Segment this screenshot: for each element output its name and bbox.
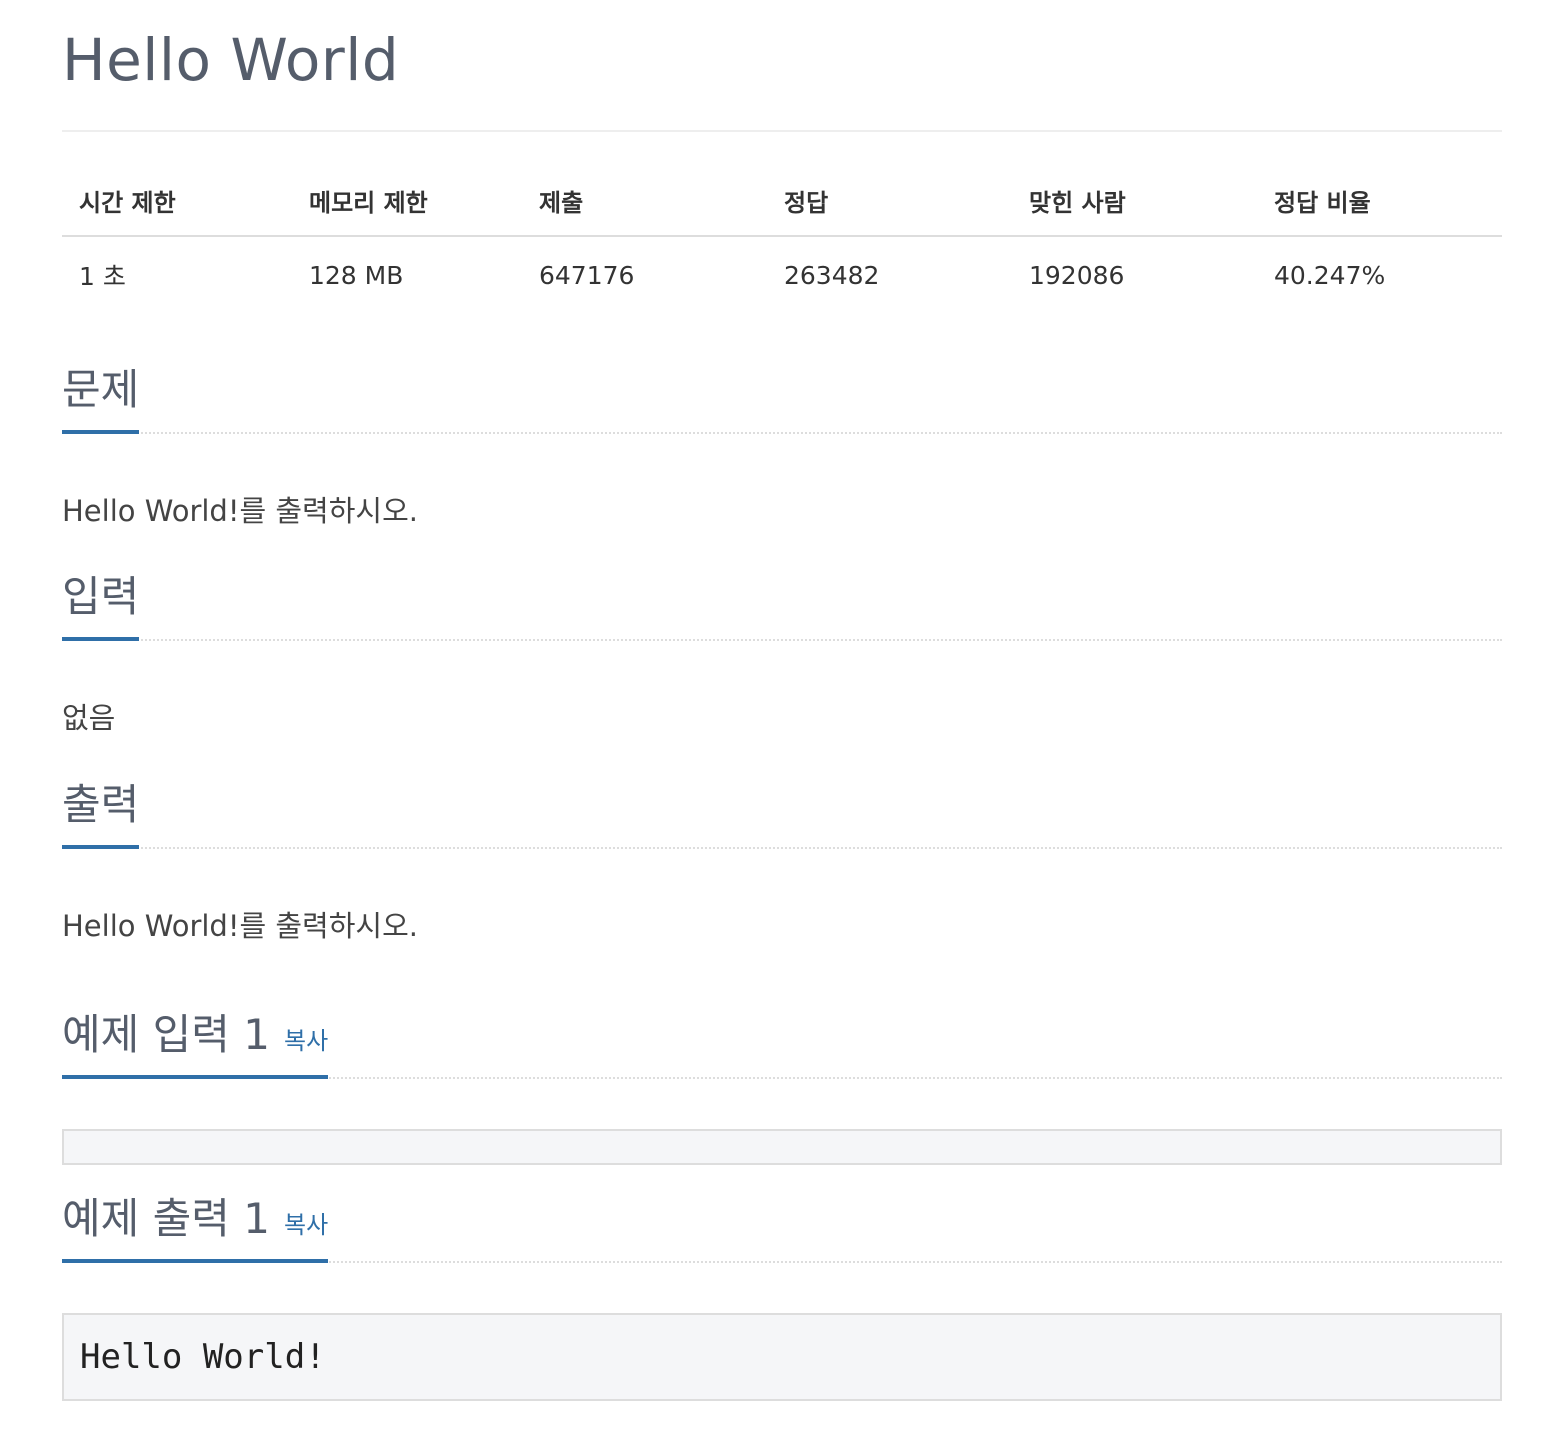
header-time-limit: 시간 제한 [62,183,292,237]
info-value-row: 1 초 128 MB 647176 263482 192086 40.247% [62,236,1502,293]
header-accept-ratio: 정답 비율 [1257,183,1502,237]
input-headline: 입력 [62,555,1502,641]
page-title: Hello World [62,26,400,94]
description-section: 문제 Hello World!를 출력하시오. [62,348,1502,531]
sample-output-headline: 예제 출력 1 복사 [62,1177,1502,1263]
sample-output-section: 예제 출력 1 복사 Hello World! [62,1177,1502,1401]
title-divider [62,130,1502,132]
sample-input-headline: 예제 입력 1 복사 [62,993,1502,1079]
header-submissions: 제출 [522,183,767,237]
description-headline: 문제 [62,348,1502,434]
output-headline: 출력 [62,763,1502,849]
input-heading: 입력 [62,572,140,621]
sample-input-heading: 예제 입력 1 [62,1010,270,1059]
description-heading: 문제 [62,365,140,414]
header-accepted: 정답 [767,183,1012,237]
problem-info-table: 시간 제한 메모리 제한 제출 정답 맞힌 사람 정답 비율 1 초 128 M… [62,183,1502,293]
input-text: 없음 [62,701,116,735]
sample-input-section: 예제 입력 1 복사 [62,993,1502,1165]
output-section: 출력 Hello World!를 출력하시오. [62,763,1502,946]
info-header-row: 시간 제한 메모리 제한 제출 정답 맞힌 사람 정답 비율 [62,183,1502,237]
problem-page: Hello World 시간 제한 메모리 제한 제출 정답 맞힌 사람 정답 … [62,0,1502,1401]
value-accepted: 263482 [784,260,880,290]
sample-input-copy-button[interactable]: 복사 [284,1027,328,1055]
input-section: 입력 없음 [62,555,1502,738]
value-submissions: 647176 [539,260,635,290]
sample-output-heading: 예제 출력 1 [62,1194,270,1243]
description-text: Hello World!를 출력하시오. [62,494,418,528]
header-solved-users: 맞힌 사람 [1012,183,1257,237]
header-memory-limit: 메모리 제한 [292,183,522,237]
value-time-limit: 1 초 [79,262,126,291]
value-solved-users: 192086 [1029,260,1125,290]
sample-output-copy-button[interactable]: 복사 [284,1211,328,1239]
value-memory-limit: 128 MB [309,260,404,290]
sample-input-box[interactable] [62,1129,1502,1165]
output-text: Hello World!를 출력하시오. [62,909,418,943]
output-heading: 출력 [62,780,140,829]
value-accept-ratio: 40.247% [1274,260,1386,290]
sample-output-box[interactable]: Hello World! [62,1313,1502,1401]
